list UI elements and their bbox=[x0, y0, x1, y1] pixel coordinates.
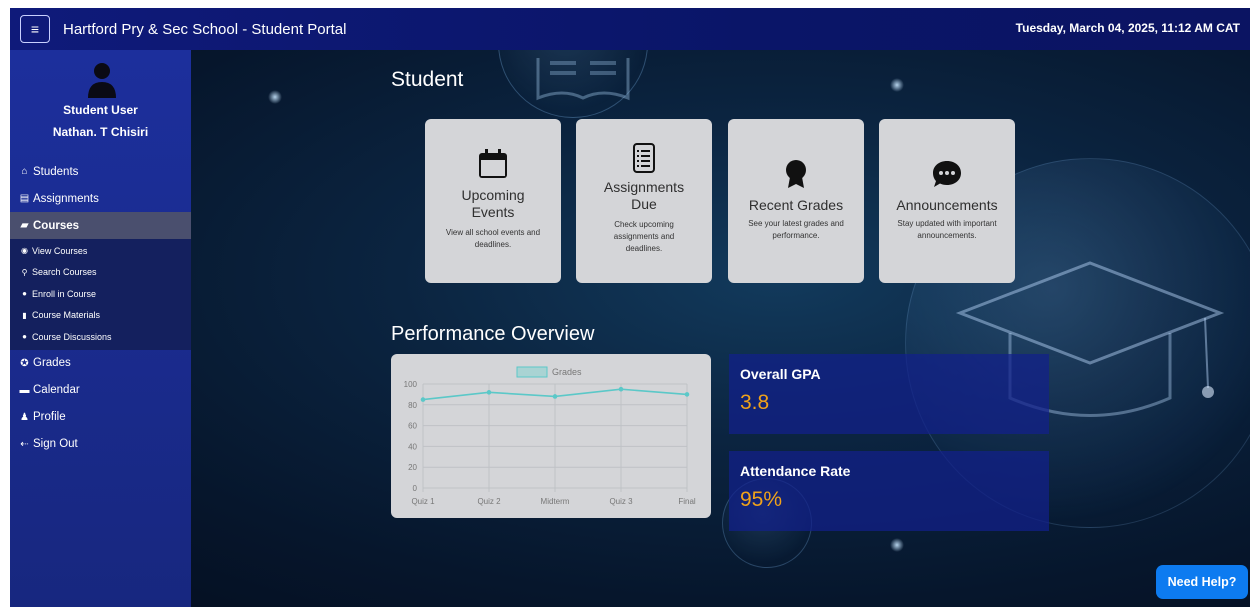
calendar-icon: ▬ bbox=[19, 384, 30, 396]
data-point bbox=[552, 394, 558, 399]
book-icon: ▰ bbox=[20, 220, 29, 231]
sidebar: Student User Nathan. T Chisiri ⌂ Student… bbox=[10, 50, 191, 607]
submenu-item-enroll-course[interactable]: ● Enroll in Course bbox=[10, 283, 191, 305]
attendance-value: 95% bbox=[740, 488, 783, 511]
performance-title: Performance Overview bbox=[391, 323, 595, 345]
top-bar: ≡ Hartford Pry & Sec School - Student Po… bbox=[10, 8, 1250, 50]
performance-chart: Grades 0 20 40 60 80 100 Quiz 1 Quiz 2 Midterm Qui… bbox=[391, 354, 711, 518]
gpa-value: 3.8 bbox=[740, 391, 770, 414]
x-tick-label: Final bbox=[678, 497, 696, 506]
sidebar-item-label: Assignments bbox=[33, 192, 99, 205]
sidebar-item-label: Calendar bbox=[33, 384, 80, 396]
chat-dots-icon bbox=[933, 161, 961, 187]
person-icon: ♟ bbox=[20, 411, 29, 423]
chat-icon: ● bbox=[22, 332, 27, 342]
sidebar-item-sign-out[interactable]: ⇠ Sign Out bbox=[10, 431, 191, 458]
submenu-item-label: Search Courses bbox=[32, 267, 97, 278]
x-tick-label: Quiz 2 bbox=[477, 497, 501, 506]
clipboard-icon: ▤ bbox=[19, 193, 30, 204]
search-icon: ⚲ bbox=[21, 267, 28, 277]
sign-out-icon: ⇠ bbox=[20, 438, 29, 450]
calendar-icon bbox=[479, 149, 507, 178]
card-recent-grades[interactable]: Recent Grades See your latest grades and… bbox=[728, 119, 864, 283]
app-title: Hartford Pry & Sec School - Student Port… bbox=[63, 20, 347, 38]
app-frame: ≡ Hartford Pry & Sec School - Student Po… bbox=[10, 8, 1250, 607]
legend-swatch bbox=[516, 366, 548, 378]
need-help-button[interactable]: Need Help? bbox=[1156, 565, 1248, 599]
file-icon: ▮ bbox=[22, 310, 27, 320]
submenu-item-label: Course Discussions bbox=[32, 331, 112, 342]
sidebar-item-label: Profile bbox=[33, 411, 66, 423]
data-point bbox=[420, 397, 426, 402]
sidebar-item-assignments[interactable]: ▤ Assignments bbox=[10, 185, 191, 212]
user-role: Student User bbox=[63, 103, 138, 117]
page-title: Student bbox=[391, 68, 464, 91]
sidebar-item-courses[interactable]: ▰ Courses bbox=[10, 212, 191, 239]
submenu-item-course-discussions[interactable]: ● Course Discussions bbox=[10, 326, 191, 348]
sidebar-item-profile[interactable]: ♟ Profile bbox=[10, 404, 191, 431]
submenu-item-course-materials[interactable]: ▮ Course Materials bbox=[10, 305, 191, 327]
sidebar-nav: ⌂ Students ▤ Assignments ▰ Courses ◉ Vie… bbox=[10, 158, 191, 458]
card-title: Assignments Due bbox=[603, 179, 685, 212]
card-title: Announcements bbox=[896, 197, 998, 213]
card-description: Check upcoming assignments and deadlines… bbox=[613, 220, 675, 253]
sidebar-item-label: Courses bbox=[33, 219, 80, 232]
list-icon bbox=[633, 143, 655, 173]
sidebar-item-students[interactable]: ⌂ Students bbox=[10, 158, 191, 185]
submenu-item-view-courses[interactable]: ◉ View Courses bbox=[10, 240, 191, 262]
glow-dot bbox=[268, 90, 282, 104]
x-tick-label: Quiz 1 bbox=[411, 497, 435, 506]
award-icon: ✪ bbox=[20, 357, 29, 369]
card-assignments-due[interactable]: Assignments Due Check upcoming assignmen… bbox=[576, 119, 712, 283]
legend-label: Grades bbox=[552, 367, 582, 377]
submenu-item-search-courses[interactable]: ⚲ Search Courses bbox=[10, 262, 191, 284]
y-tick-label: 20 bbox=[408, 463, 417, 472]
attendance-panel: Attendance Rate 95% bbox=[729, 451, 1049, 531]
submenu-item-label: Course Materials bbox=[32, 310, 101, 321]
gpa-label: Overall GPA bbox=[740, 366, 821, 382]
eye-icon: ◉ bbox=[21, 246, 28, 256]
grades-line-chart: Grades 0 20 40 60 80 100 Quiz 1 Quiz 2 Midterm Qui… bbox=[404, 366, 696, 506]
current-datetime: Tuesday, March 04, 2025, 11:12 AM CAT bbox=[1015, 21, 1240, 35]
x-tick-label: Midterm bbox=[541, 497, 570, 506]
sidebar-item-grades[interactable]: ✪ Grades bbox=[10, 350, 191, 377]
y-tick-label: 60 bbox=[408, 422, 417, 431]
card-upcoming-events[interactable]: Upcoming Events View all school events a… bbox=[425, 119, 561, 283]
sidebar-item-label: Grades bbox=[33, 357, 71, 369]
card-description: See your latest grades and performance. bbox=[748, 219, 844, 240]
submenu-item-label: View Courses bbox=[32, 245, 88, 256]
data-point bbox=[618, 386, 624, 392]
y-tick-label: 100 bbox=[404, 380, 418, 389]
y-tick-label: 0 bbox=[413, 484, 418, 493]
award-icon bbox=[786, 160, 806, 188]
user-icon bbox=[88, 63, 116, 98]
sidebar-item-calendar[interactable]: ▬ Calendar bbox=[10, 377, 191, 404]
card-description: Stay updated with important announcement… bbox=[897, 219, 997, 240]
card-title: Upcoming Events bbox=[461, 187, 525, 220]
home-icon: ⌂ bbox=[21, 166, 28, 177]
card-description: View all school events and deadlines. bbox=[445, 228, 541, 249]
courses-submenu: ◉ View Courses ⚲ Search Courses ● Enroll… bbox=[10, 239, 191, 350]
glow-dot bbox=[890, 538, 904, 552]
y-tick-label: 80 bbox=[408, 401, 417, 410]
x-tick-label: Quiz 3 bbox=[609, 497, 633, 506]
data-point bbox=[486, 390, 492, 395]
submenu-item-label: Enroll in Course bbox=[32, 288, 97, 299]
plus-circle-icon: ● bbox=[22, 289, 27, 299]
y-tick-label: 40 bbox=[408, 442, 417, 451]
hamburger-icon: ≡ bbox=[30, 21, 40, 37]
data-point bbox=[684, 392, 690, 397]
attendance-label: Attendance Rate bbox=[740, 463, 851, 479]
sidebar-item-label: Students bbox=[33, 165, 79, 178]
card-title: Recent Grades bbox=[748, 197, 844, 213]
glow-dot bbox=[890, 78, 904, 92]
gpa-panel: Overall GPA 3.8 bbox=[729, 354, 1049, 434]
user-name: Nathan. T Chisiri bbox=[52, 125, 149, 139]
sidebar-item-label: Sign Out bbox=[33, 438, 78, 450]
menu-button[interactable]: ≡ bbox=[20, 15, 50, 43]
card-announcements[interactable]: Announcements Stay updated with importan… bbox=[879, 119, 1015, 283]
